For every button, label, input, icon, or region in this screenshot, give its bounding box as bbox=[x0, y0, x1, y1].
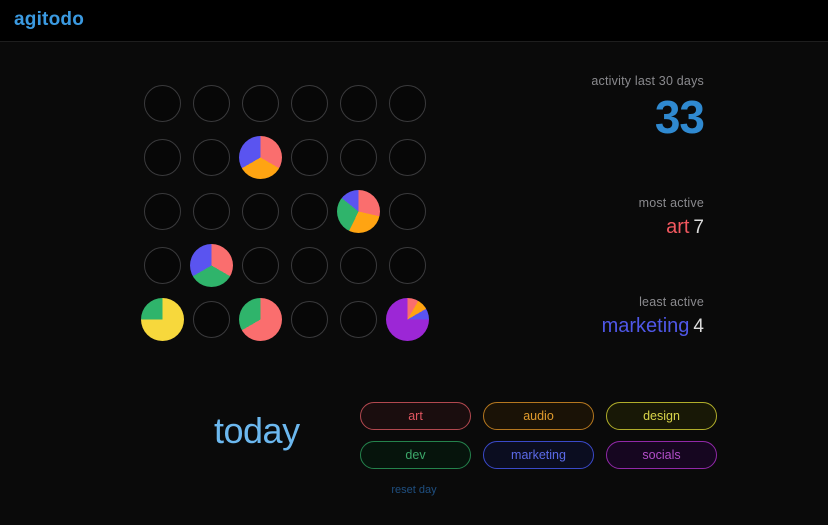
day-empty-circle[interactable] bbox=[193, 138, 230, 176]
tag-button-art[interactable]: art bbox=[360, 402, 471, 430]
day-empty-circle[interactable] bbox=[291, 246, 328, 284]
day-cell[interactable] bbox=[285, 76, 334, 130]
app-header: agitodo bbox=[0, 0, 828, 42]
day-cell[interactable] bbox=[236, 292, 285, 346]
day-empty-circle[interactable] bbox=[340, 300, 377, 338]
day-cell[interactable] bbox=[285, 238, 334, 292]
day-cell[interactable] bbox=[236, 238, 285, 292]
day-cell[interactable] bbox=[334, 76, 383, 130]
day-empty-circle[interactable] bbox=[193, 192, 230, 230]
tag-button-marketing[interactable]: marketing bbox=[483, 441, 594, 469]
tag-button-label: audio bbox=[523, 409, 554, 423]
day-empty-circle[interactable] bbox=[291, 192, 328, 230]
day-cell[interactable] bbox=[187, 184, 236, 238]
day-cell[interactable] bbox=[285, 184, 334, 238]
day-empty-circle[interactable] bbox=[389, 84, 426, 122]
day-empty-circle[interactable] bbox=[389, 192, 426, 230]
stat-activity-label: activity last 30 days bbox=[591, 74, 704, 88]
day-cell[interactable] bbox=[383, 76, 432, 130]
day-cell[interactable] bbox=[138, 130, 187, 184]
day-empty-circle[interactable] bbox=[291, 84, 328, 122]
stat-activity: activity last 30 days 33 bbox=[591, 74, 705, 143]
day-pie-chart[interactable] bbox=[386, 297, 429, 341]
day-pie-chart[interactable] bbox=[239, 135, 282, 179]
day-cell[interactable] bbox=[236, 184, 285, 238]
day-cell[interactable] bbox=[236, 130, 285, 184]
app-logo[interactable]: agitodo bbox=[14, 9, 84, 31]
day-empty-circle[interactable] bbox=[389, 246, 426, 284]
stat-most-active-name: art bbox=[666, 216, 690, 238]
stat-least-active: least active marketing 4 bbox=[602, 295, 704, 338]
day-empty-circle[interactable] bbox=[193, 84, 230, 122]
day-cell[interactable] bbox=[138, 184, 187, 238]
stat-least-active-name: marketing bbox=[601, 315, 690, 337]
stat-most-active-count: 7 bbox=[693, 217, 704, 238]
tag-button-label: art bbox=[408, 409, 423, 423]
day-cell[interactable] bbox=[334, 130, 383, 184]
day-empty-circle[interactable] bbox=[242, 84, 279, 122]
tag-button-socials[interactable]: socials bbox=[606, 441, 717, 469]
day-pie-chart[interactable] bbox=[141, 297, 184, 341]
day-cell[interactable] bbox=[383, 292, 432, 346]
day-cell[interactable] bbox=[187, 76, 236, 130]
day-cell[interactable] bbox=[334, 238, 383, 292]
stat-activity-value: 33 bbox=[654, 91, 705, 143]
day-cell[interactable] bbox=[138, 238, 187, 292]
day-empty-circle[interactable] bbox=[144, 138, 181, 176]
day-cell[interactable] bbox=[138, 76, 187, 130]
day-empty-circle[interactable] bbox=[193, 300, 230, 338]
activity-grid bbox=[138, 76, 432, 346]
tag-button-label: dev bbox=[405, 448, 426, 462]
tag-button-group: art audio design dev marketing socials bbox=[360, 402, 723, 469]
day-cell[interactable] bbox=[285, 130, 334, 184]
day-cell[interactable] bbox=[383, 238, 432, 292]
day-pie-chart[interactable] bbox=[190, 243, 233, 287]
tag-button-label: socials bbox=[642, 448, 681, 462]
today-label: today bbox=[214, 410, 300, 451]
day-cell[interactable] bbox=[138, 292, 187, 346]
day-empty-circle[interactable] bbox=[291, 138, 328, 176]
app-root: agitodo activity last 30 days 33 most ac… bbox=[0, 0, 828, 525]
day-empty-circle[interactable] bbox=[340, 84, 377, 122]
day-pie-chart[interactable] bbox=[337, 189, 380, 233]
stat-least-active-count: 4 bbox=[693, 316, 704, 337]
day-empty-circle[interactable] bbox=[389, 138, 426, 176]
day-cell[interactable] bbox=[383, 184, 432, 238]
day-cell[interactable] bbox=[285, 292, 334, 346]
day-cell[interactable] bbox=[187, 130, 236, 184]
stat-most-active: most active art 7 bbox=[639, 196, 704, 239]
day-cell[interactable] bbox=[187, 292, 236, 346]
tag-button-audio[interactable]: audio bbox=[483, 402, 594, 430]
day-pie-chart[interactable] bbox=[239, 297, 282, 341]
day-cell[interactable] bbox=[334, 184, 383, 238]
stat-least-active-label: least active bbox=[639, 295, 704, 309]
day-empty-circle[interactable] bbox=[242, 246, 279, 284]
day-cell[interactable] bbox=[187, 238, 236, 292]
day-empty-circle[interactable] bbox=[144, 246, 181, 284]
day-empty-circle[interactable] bbox=[144, 84, 181, 122]
stat-most-active-row: art 7 bbox=[639, 216, 704, 239]
stat-least-active-row: marketing 4 bbox=[602, 315, 704, 338]
reset-day-button[interactable]: reset day bbox=[0, 484, 828, 496]
day-cell[interactable] bbox=[236, 76, 285, 130]
tag-button-design[interactable]: design bbox=[606, 402, 717, 430]
tag-button-label: design bbox=[643, 409, 680, 423]
day-empty-circle[interactable] bbox=[242, 192, 279, 230]
day-cell[interactable] bbox=[383, 130, 432, 184]
day-empty-circle[interactable] bbox=[291, 300, 328, 338]
day-empty-circle[interactable] bbox=[340, 246, 377, 284]
day-empty-circle[interactable] bbox=[340, 138, 377, 176]
tag-button-label: marketing bbox=[511, 448, 566, 462]
stat-most-active-label: most active bbox=[638, 196, 704, 210]
tag-button-dev[interactable]: dev bbox=[360, 441, 471, 469]
day-empty-circle[interactable] bbox=[144, 192, 181, 230]
day-cell[interactable] bbox=[334, 292, 383, 346]
